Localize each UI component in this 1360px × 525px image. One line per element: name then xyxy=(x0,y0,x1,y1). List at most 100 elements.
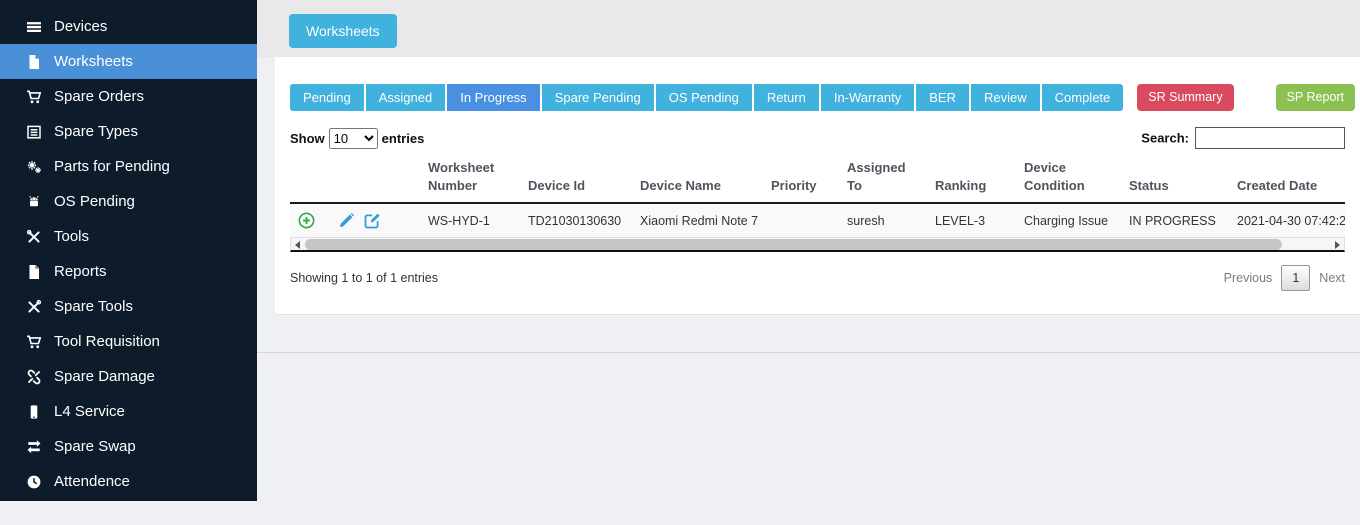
row-actions-cell xyxy=(290,203,420,237)
top-bar: Worksheets xyxy=(257,0,1360,57)
page-size-select[interactable]: 10 xyxy=(329,128,378,149)
cell-device-id: TD21030130630 xyxy=(520,203,632,237)
tab-complete[interactable]: Complete xyxy=(1042,84,1124,111)
sidebar-item-label: Spare Orders xyxy=(54,88,144,105)
cart-icon xyxy=(25,334,43,350)
sidebar-item-worksheets[interactable]: Worksheets xyxy=(0,44,257,79)
show-label: Show xyxy=(290,131,325,146)
sidebar: Devices Worksheets Spare Orders Spare Ty… xyxy=(0,0,257,501)
column-header-status[interactable]: Status xyxy=(1121,155,1229,203)
sidebar-item-os-pending[interactable]: OS Pending xyxy=(0,184,257,219)
tab-spare-pending[interactable]: Spare Pending xyxy=(542,84,654,111)
sidebar-item-label: Spare Types xyxy=(54,123,138,140)
scroll-right-arrow-icon[interactable] xyxy=(1335,241,1340,249)
worksheets-panel: Pending Assigned In Progress Spare Pendi… xyxy=(275,57,1360,315)
cell-worksheet-number: WS-HYD-1 xyxy=(420,203,520,237)
sidebar-item-spare-swap[interactable]: Spare Swap xyxy=(0,429,257,464)
pencil-icon[interactable] xyxy=(338,212,355,229)
cell-priority xyxy=(763,203,839,237)
content-divider xyxy=(257,352,1360,353)
chain-broken-icon xyxy=(25,369,43,385)
sidebar-item-spare-tools[interactable]: Spare Tools xyxy=(0,289,257,324)
column-header-worksheet-number[interactable]: Worksheet Number xyxy=(420,155,520,203)
sidebar-item-label: OS Pending xyxy=(54,193,135,210)
list-icon xyxy=(25,124,43,140)
sidebar-item-label: Spare Damage xyxy=(54,368,155,385)
search-input[interactable] xyxy=(1195,127,1345,149)
file-icon xyxy=(25,264,43,280)
file-icon xyxy=(25,54,43,70)
show-entries-control: Show10entries xyxy=(290,128,424,149)
sidebar-item-label: Parts for Pending xyxy=(54,158,170,175)
tab-ber[interactable]: BER xyxy=(916,84,969,111)
sidebar-item-spare-damage[interactable]: Spare Damage xyxy=(0,359,257,394)
table-footer: Showing 1 to 1 of 1 entries Previous 1 N… xyxy=(290,265,1345,291)
tab-assigned[interactable]: Assigned xyxy=(366,84,445,111)
sidebar-item-parts-for-pending[interactable]: Parts for Pending xyxy=(0,149,257,184)
sidebar-item-spare-orders[interactable]: Spare Orders xyxy=(0,79,257,114)
app-window: Devices Worksheets Spare Orders Spare Ty… xyxy=(0,0,1360,525)
cell-device-name: Xiaomi Redmi Note 7 xyxy=(632,203,763,237)
bars-icon xyxy=(25,19,43,35)
sidebar-item-devices[interactable]: Devices xyxy=(0,9,257,44)
column-header-device-id[interactable]: Device Id xyxy=(520,155,632,203)
worksheets-page-button[interactable]: Worksheets xyxy=(289,14,397,48)
clock-icon xyxy=(25,474,43,490)
worksheets-table: Worksheet Number Device Id Device Name P… xyxy=(290,155,1345,237)
sidebar-item-reports[interactable]: Reports xyxy=(0,254,257,289)
tab-review[interactable]: Review xyxy=(971,84,1040,111)
column-header-created-date[interactable]: Created Date xyxy=(1229,155,1345,203)
sidebar-item-label: Devices xyxy=(54,18,107,35)
entries-info: Showing 1 to 1 of 1 entries xyxy=(290,271,438,285)
sidebar-item-tools[interactable]: Tools xyxy=(0,219,257,254)
search-label: Search: xyxy=(1141,131,1189,146)
column-header-device-condition[interactable]: Device Condition xyxy=(1016,155,1121,203)
horizontal-scrollbar[interactable] xyxy=(290,237,1345,252)
sidebar-item-l4-service[interactable]: L4 Service xyxy=(0,394,257,429)
sidebar-item-label: Worksheets xyxy=(54,53,133,70)
column-header-device-name[interactable]: Device Name xyxy=(632,155,763,203)
sidebar-item-label: Tools xyxy=(54,228,89,245)
cell-ranking: LEVEL-3 xyxy=(927,203,1016,237)
sidebar-item-label: Tool Requisition xyxy=(54,333,160,350)
scrollbar-thumb[interactable] xyxy=(305,239,1282,250)
cart-icon xyxy=(25,89,43,105)
column-header-priority[interactable]: Priority xyxy=(763,155,839,203)
sr-summary-button[interactable]: SR Summary xyxy=(1137,84,1233,111)
cell-created-date: 2021-04-30 07:42:2 xyxy=(1229,203,1345,237)
sidebar-item-tool-requisition[interactable]: Tool Requisition xyxy=(0,324,257,359)
next-page-button[interactable]: Next xyxy=(1319,271,1345,285)
tools-icon xyxy=(25,299,43,315)
table-row: WS-HYD-1 TD21030130630 Xiaomi Redmi Note… xyxy=(290,203,1345,237)
sidebar-item-label: Attendence xyxy=(54,473,130,490)
cell-device-condition: Charging Issue xyxy=(1016,203,1121,237)
tab-return[interactable]: Return xyxy=(754,84,819,111)
sidebar-item-spare-types[interactable]: Spare Types xyxy=(0,114,257,149)
tools-icon xyxy=(25,229,43,245)
column-header-actions xyxy=(290,155,420,203)
search-control: Search: xyxy=(1141,127,1345,149)
column-header-assigned-to[interactable]: Assigned To xyxy=(839,155,927,203)
sp-report-button[interactable]: SP Report xyxy=(1276,84,1355,111)
cogs-icon xyxy=(25,159,43,175)
tab-in-progress[interactable]: In Progress xyxy=(447,84,539,111)
edit-icon[interactable] xyxy=(364,212,381,229)
table-header-row: Worksheet Number Device Id Device Name P… xyxy=(290,155,1345,203)
scroll-left-arrow-icon[interactable] xyxy=(295,241,300,249)
current-page-button[interactable]: 1 xyxy=(1281,265,1310,291)
column-header-ranking[interactable]: Ranking xyxy=(927,155,1016,203)
android-icon xyxy=(25,194,43,210)
pagination: Previous 1 Next xyxy=(1224,265,1345,291)
previous-page-button[interactable]: Previous xyxy=(1224,271,1273,285)
sidebar-item-label: Spare Swap xyxy=(54,438,136,455)
tab-os-pending[interactable]: OS Pending xyxy=(656,84,752,111)
tab-in-warranty[interactable]: In-Warranty xyxy=(821,84,914,111)
sidebar-item-label: L4 Service xyxy=(54,403,125,420)
table-scroll-container: Worksheet Number Device Id Device Name P… xyxy=(290,155,1345,237)
cell-status: IN PROGRESS xyxy=(1121,203,1229,237)
mobile-icon xyxy=(25,404,43,420)
tab-pending[interactable]: Pending xyxy=(290,84,364,111)
cell-assigned-to: suresh xyxy=(839,203,927,237)
plus-circle-icon[interactable] xyxy=(298,212,315,229)
sidebar-item-attendence[interactable]: Attendence xyxy=(0,464,257,499)
